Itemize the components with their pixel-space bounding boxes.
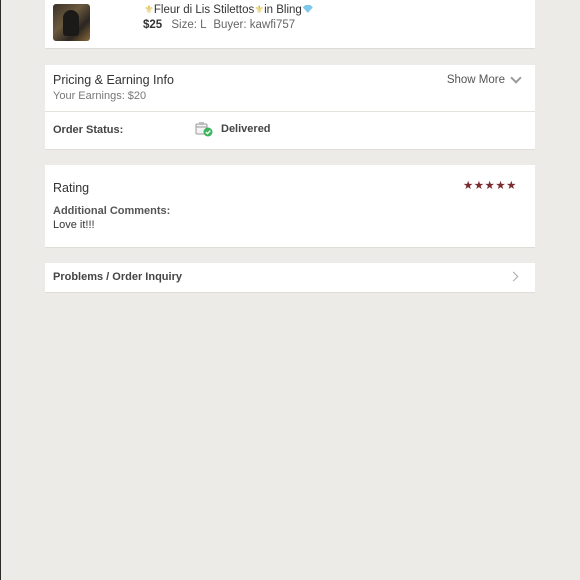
item-meta: $25 Size: L Buyer: kawfi757 <box>143 19 295 31</box>
rating-card: Rating ★★★★★ Additional Comments: Love i… <box>45 165 535 248</box>
order-status-card: Order Status: Delivered <box>45 112 535 150</box>
pricing-title: Pricing & Earning Info <box>53 73 174 87</box>
fleur-de-lis-icon: ⚜ <box>254 4 265 16</box>
rating-title: Rating <box>53 181 90 195</box>
item-buyer: Buyer: kawfi757 <box>213 19 296 31</box>
item-size: Size: L <box>171 19 207 31</box>
item-price: $25 <box>143 19 163 31</box>
comments-text: Love it!!! <box>53 219 95 231</box>
chevron-right-icon <box>508 271 519 282</box>
delivered-package-icon <box>195 122 213 137</box>
comments-label: Additional Comments: <box>53 205 171 217</box>
diamond-icon <box>302 5 313 13</box>
order-status-label: Order Status: <box>53 124 124 136</box>
item-title-middle: in Bling <box>264 4 302 16</box>
show-more-label: Show More <box>446 74 505 86</box>
star-rating-icon: ★★★★★ <box>462 180 517 192</box>
item-thumbnail[interactable] <box>53 4 90 41</box>
chevron-down-icon <box>510 72 522 84</box>
fleur-de-lis-icon: ⚜ <box>144 4 154 16</box>
item-thumbnail-figure <box>63 10 79 36</box>
item-title-text: Fleur di Lis Stilettos <box>153 4 255 16</box>
order-status-value: Delivered <box>221 123 271 135</box>
order-inquiry-label: Problems / Order Inquiry <box>53 271 182 283</box>
item-title: ⚜Fleur di Lis Stilettos⚜in Bling <box>144 3 313 16</box>
order-inquiry-row[interactable]: Problems / Order Inquiry <box>45 263 535 293</box>
show-more-button[interactable]: Show More <box>446 72 522 86</box>
window-edge <box>0 0 1 580</box>
item-card[interactable]: ⚜Fleur di Lis Stilettos⚜in Bling $25 Siz… <box>45 0 535 49</box>
earnings-text: Your Earnings: $20 <box>53 90 147 102</box>
pricing-card: Pricing & Earning Info Your Earnings: $2… <box>45 65 535 112</box>
